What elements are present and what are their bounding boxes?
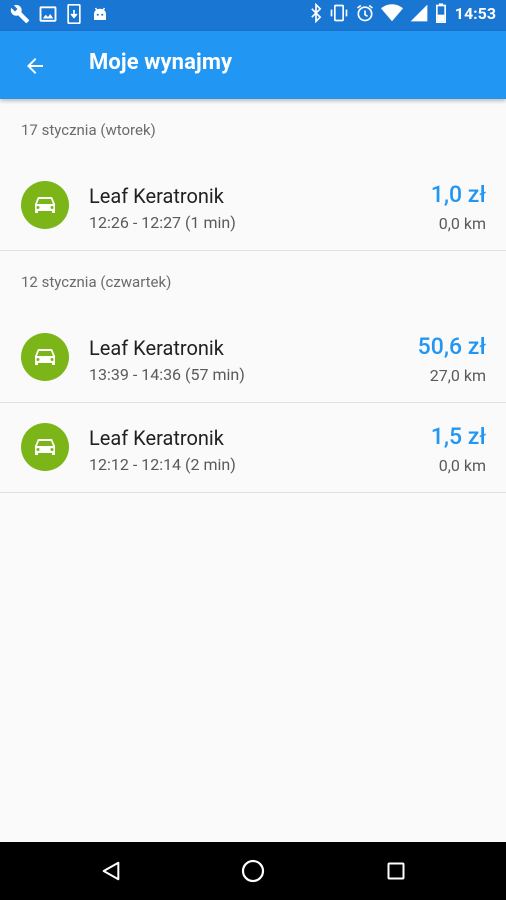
car-name: Leaf Keratronik <box>89 336 224 360</box>
rental-price: 1,5 zł <box>430 423 486 450</box>
recents-square-icon <box>387 862 405 880</box>
car-name: Leaf Keratronik <box>89 184 224 208</box>
wrench-icon <box>10 4 30 24</box>
home-circle-icon <box>241 859 265 883</box>
car-icon <box>35 439 55 455</box>
page-title: Moje wynajmy <box>89 50 233 75</box>
rental-distance: 27,0 km <box>429 366 486 385</box>
vibrate-icon <box>330 4 348 22</box>
rental-row[interactable]: Leaf Keratronik 13:39 - 14:36 (57 min) 5… <box>0 313 506 403</box>
android-icon <box>94 7 106 20</box>
back-triangle-icon <box>102 861 120 881</box>
system-nav-bar <box>0 842 506 900</box>
section-header: 12 stycznia (czwartek) <box>21 273 172 291</box>
rental-time: 12:26 - 12:27 (1 min) <box>89 213 236 232</box>
download-icon <box>67 4 81 24</box>
status-bar: 14:53 <box>0 0 506 31</box>
app-bar: Moje wynajmy <box>0 31 506 99</box>
back-button[interactable] <box>18 49 52 83</box>
status-right-icons: 14:53 <box>309 3 496 23</box>
rental-distance: 0,0 km <box>438 456 486 475</box>
car-icon <box>35 197 55 213</box>
rental-row[interactable]: Leaf Keratronik 12:26 - 12:27 (1 min) 1,… <box>0 161 506 251</box>
nav-back-button[interactable] <box>96 856 126 886</box>
status-time: 14:53 <box>454 3 496 23</box>
rental-price: 50,6 zł <box>417 333 486 360</box>
rentals-list: 17 stycznia (wtorek) Leaf Keratronik 12:… <box>0 99 506 493</box>
car-name: Leaf Keratronik <box>89 426 224 450</box>
car-avatar <box>21 333 69 381</box>
rental-time: 13:39 - 14:36 (57 min) <box>89 365 245 384</box>
nav-recents-button[interactable] <box>381 856 411 886</box>
rental-time: 12:12 - 12:14 (2 min) <box>89 455 236 474</box>
car-avatar <box>21 181 69 229</box>
image-icon <box>39 6 57 22</box>
signal-icon <box>410 4 428 22</box>
wifi-icon <box>380 4 403 22</box>
rental-price: 1,0 zł <box>430 181 486 208</box>
section-header: 17 stycznia (wtorek) <box>21 121 156 139</box>
status-left-icons <box>10 4 109 24</box>
nav-home-button[interactable] <box>238 856 268 886</box>
car-icon <box>35 349 55 365</box>
car-avatar <box>21 423 69 471</box>
alarm-icon <box>356 4 373 22</box>
rental-row[interactable]: Leaf Keratronik 12:12 - 12:14 (2 min) 1,… <box>0 403 506 493</box>
rental-distance: 0,0 km <box>438 214 486 233</box>
arrow-back-icon <box>27 58 43 74</box>
bluetooth-icon <box>311 3 322 23</box>
battery-icon <box>435 3 446 23</box>
